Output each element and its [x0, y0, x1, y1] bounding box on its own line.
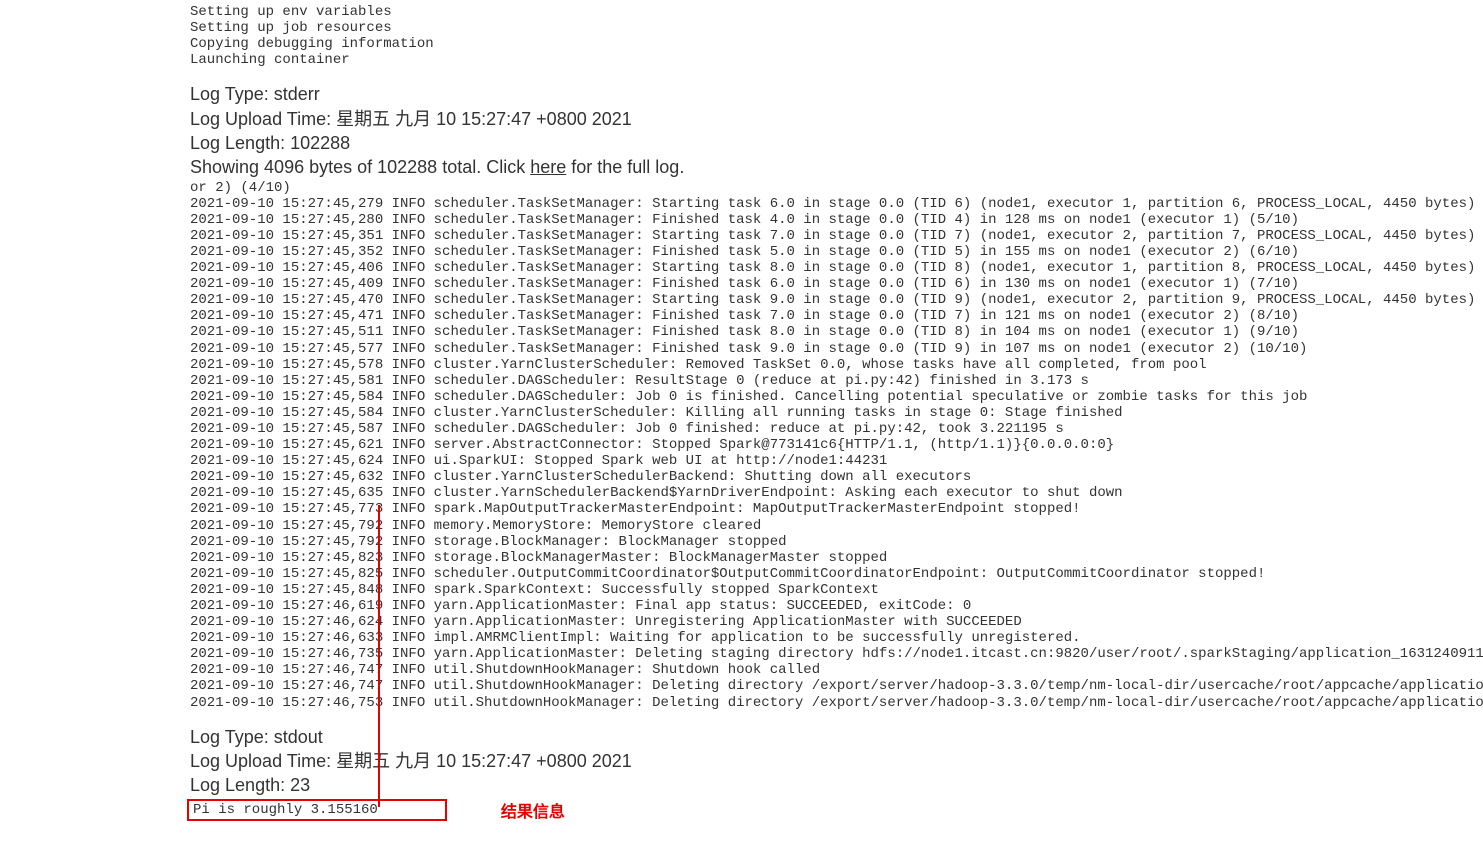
showing-suffix: for the full log.	[566, 157, 684, 177]
pre-log-lines: Setting up env variables Setting up job …	[190, 4, 1483, 68]
stdout-log-type: Log Type: stdout	[190, 725, 1483, 749]
stderr-upload-time: Log Upload Time: 星期五 九月 10 15:27:47 +080…	[190, 107, 1483, 131]
stdout-upload-time: Log Upload Time: 星期五 九月 10 15:27:47 +080…	[190, 749, 1483, 773]
stderr-showing-line: Showing 4096 bytes of 102288 total. Clic…	[190, 155, 1483, 179]
annotation-vertical-line	[378, 505, 380, 807]
stdout-result-box: Pi is roughly 3.155160	[187, 799, 447, 821]
showing-prefix: Showing 4096 bytes of 102288 total. Clic…	[190, 157, 530, 177]
stderr-log-body: or 2) (4/10) 2021-09-10 15:27:45,279 INF…	[190, 180, 1483, 711]
stdout-log-length: Log Length: 23	[190, 773, 1483, 797]
stderr-log-type: Log Type: stderr	[190, 82, 1483, 106]
full-log-link[interactable]: here	[530, 157, 566, 177]
annotation-label: 结果信息	[501, 798, 565, 822]
stderr-log-length: Log Length: 102288	[190, 131, 1483, 155]
stdout-result-row: Pi is roughly 3.155160 结果信息	[187, 798, 1483, 822]
